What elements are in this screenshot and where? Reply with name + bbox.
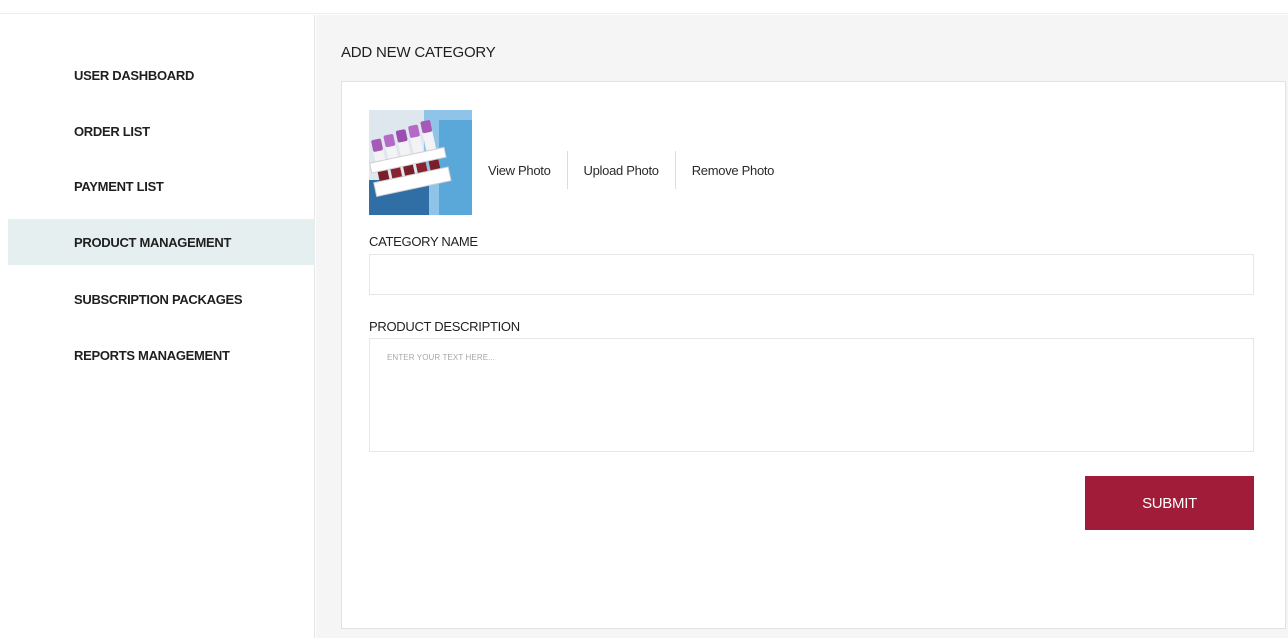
add-category-card: View Photo Upload Photo Remove Photo CAT…: [341, 81, 1286, 629]
photo-actions: View Photo Upload Photo Remove Photo: [472, 150, 790, 190]
top-bar: [0, 0, 1288, 14]
sidebar-item-order-list[interactable]: ORDER LIST: [8, 108, 315, 154]
sidebar-item-payment-list[interactable]: PAYMENT LIST: [8, 163, 315, 209]
category-photo: [369, 110, 472, 215]
submit-button[interactable]: SUBMIT: [1085, 476, 1254, 530]
sidebar: USER DASHBOARD ORDER LIST PAYMENT LIST P…: [0, 15, 315, 638]
sidebar-item-reports-management[interactable]: REPORTS MANAGEMENT: [8, 332, 315, 378]
view-photo-button[interactable]: View Photo: [472, 151, 567, 189]
product-description-label: PRODUCT DESCRIPTION: [369, 319, 520, 334]
remove-photo-button[interactable]: Remove Photo: [674, 151, 790, 189]
page-title: ADD NEW CATEGORY: [341, 44, 496, 61]
sidebar-item-product-management[interactable]: PRODUCT MANAGEMENT: [8, 219, 315, 265]
product-description-textarea[interactable]: [369, 338, 1254, 452]
test-tubes-photo-icon: [369, 110, 472, 215]
upload-photo-button[interactable]: Upload Photo: [566, 151, 675, 189]
category-name-label: CATEGORY NAME: [369, 234, 478, 249]
sidebar-item-subscription-packages[interactable]: SUBSCRIPTION PACKAGES: [8, 276, 315, 322]
category-name-input[interactable]: [369, 254, 1254, 295]
sidebar-item-user-dashboard[interactable]: USER DASHBOARD: [8, 52, 315, 98]
main-content: ADD NEW CATEGORY View Photo Upload Photo…: [316, 15, 1288, 638]
